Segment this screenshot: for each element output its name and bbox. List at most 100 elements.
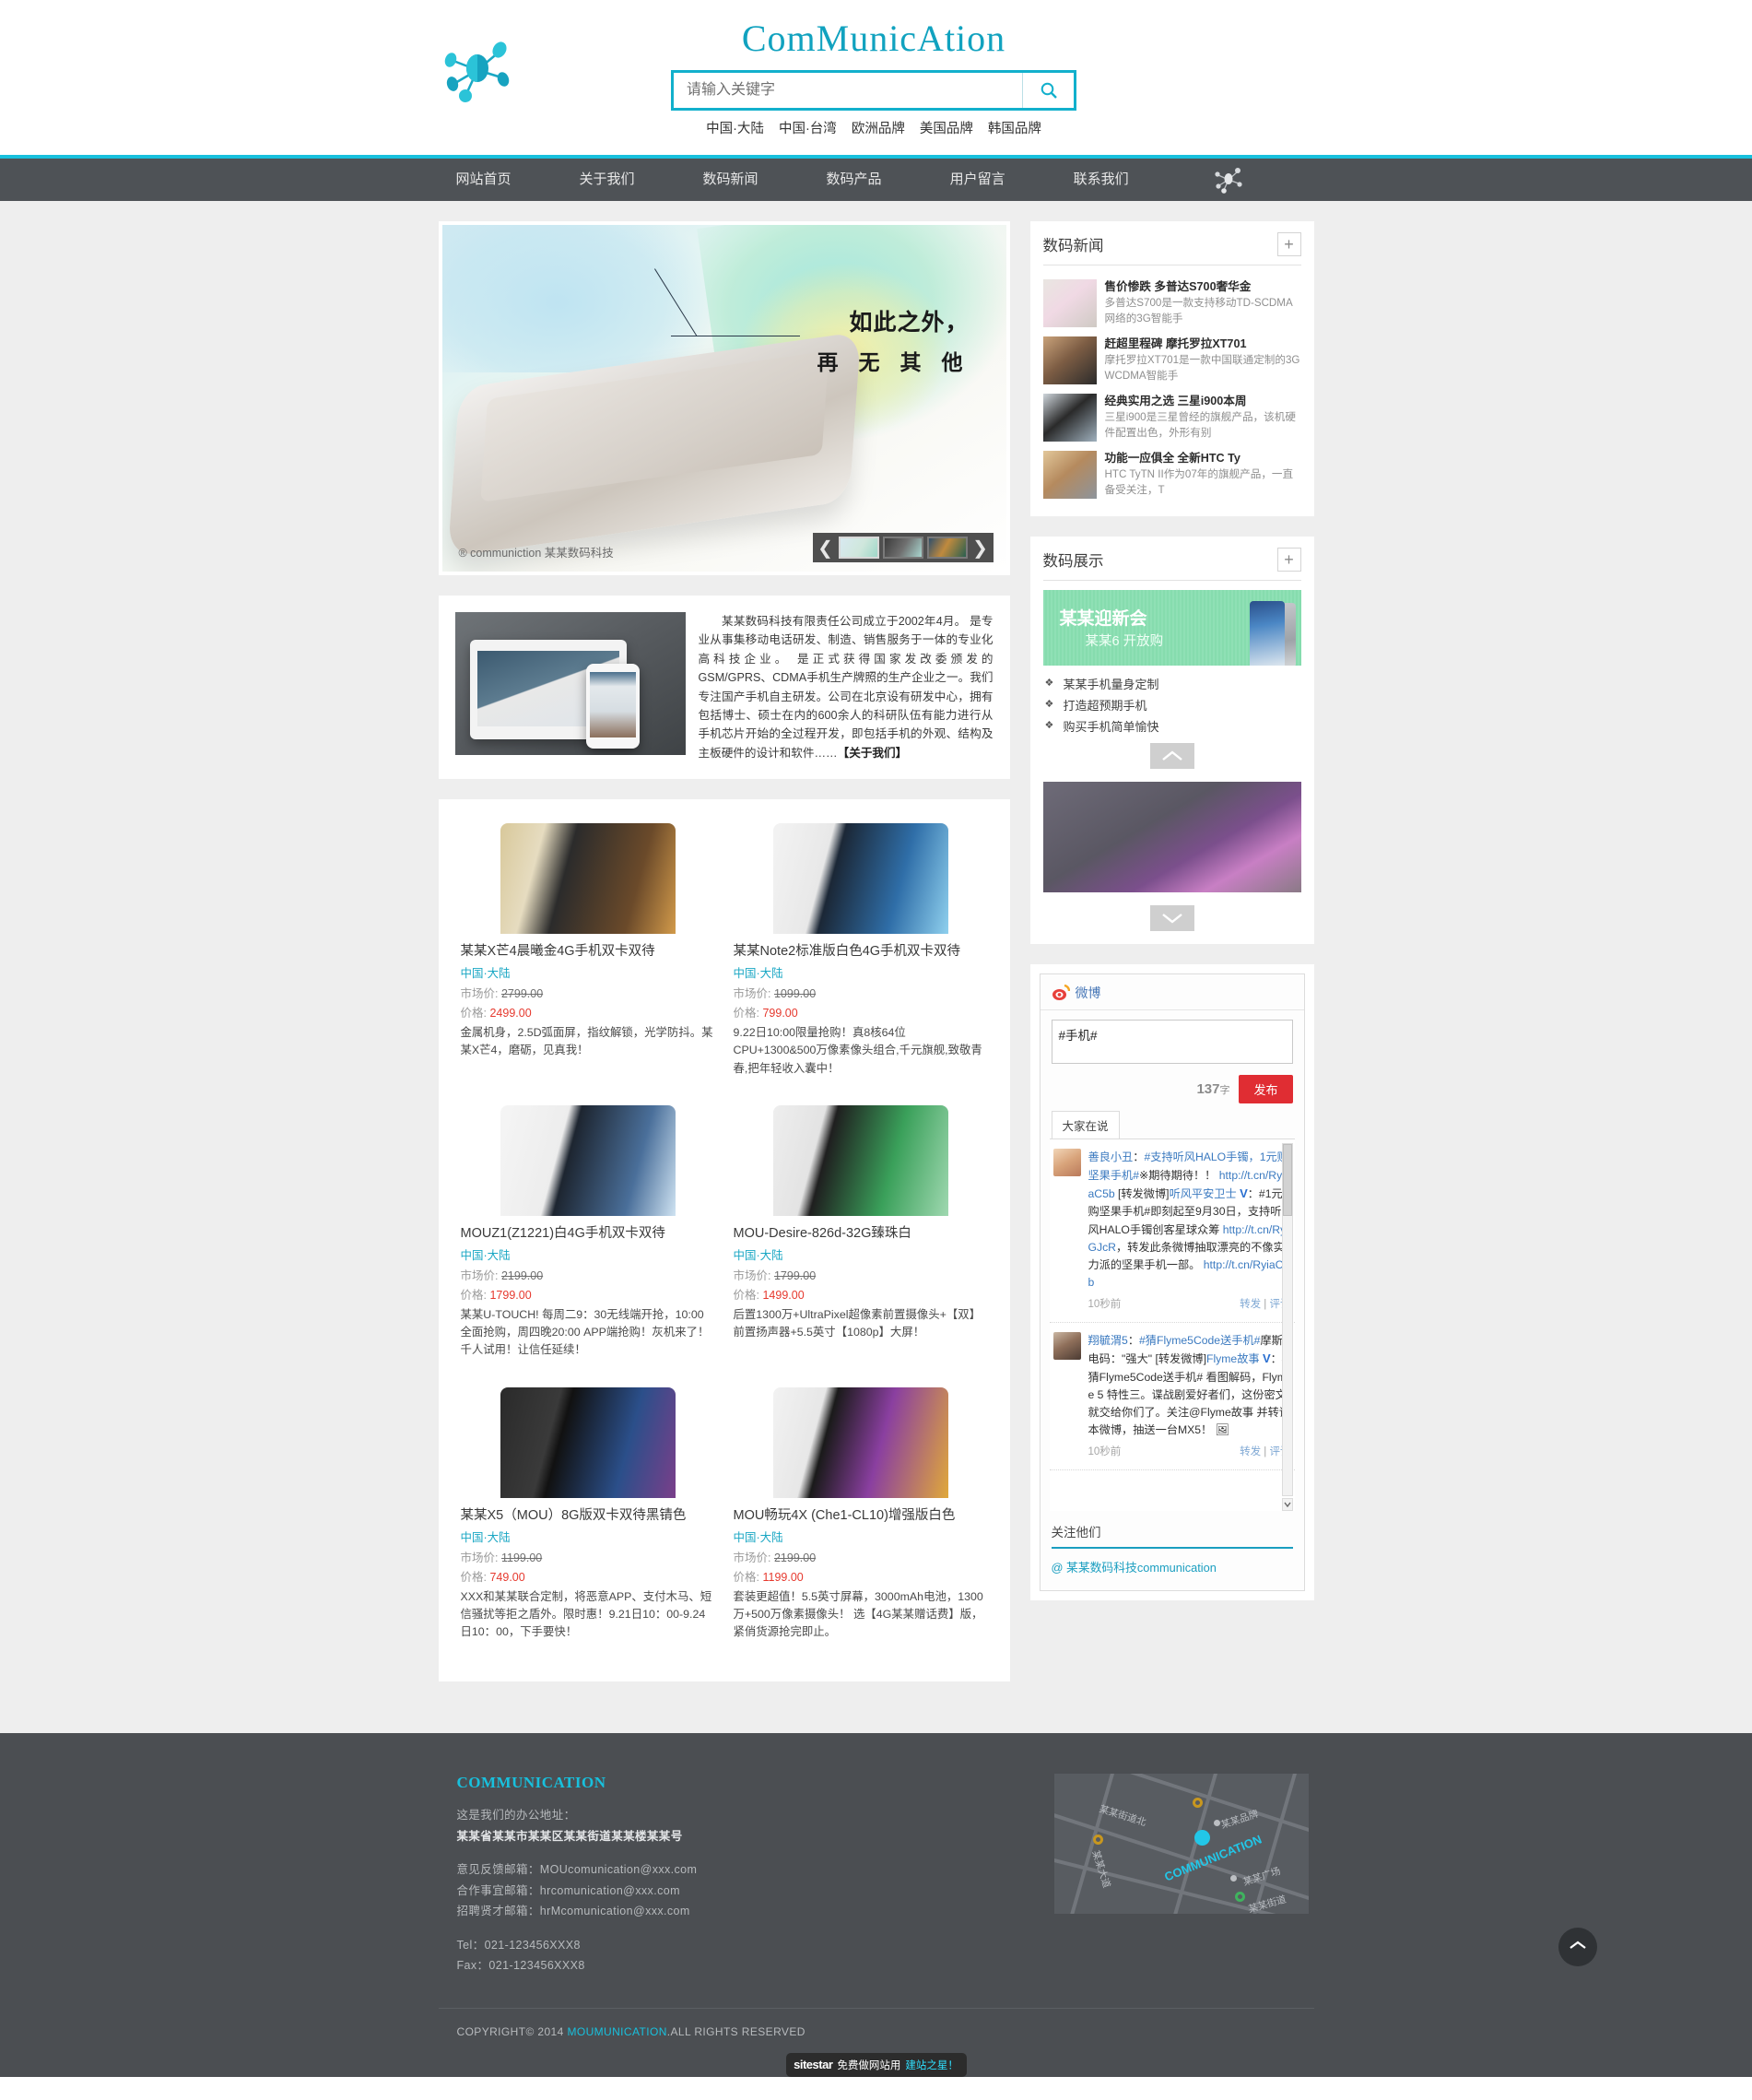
news-title[interactable]: 赶超里程碑 摩托罗拉XT701 [1105,336,1301,351]
search-input[interactable] [674,73,1022,108]
product-title[interactable]: MOUZ1(Z1221)白4G手机双卡双待 [461,1225,715,1242]
product-description: 9.22日10:00限量抢购！真8核64位CPU+1300&500万像素像头组合… [733,1026,982,1075]
market-price-value: 2199.00 [500,1269,544,1283]
scrollbar-thumb[interactable] [1282,1144,1292,1217]
news-title[interactable]: 功能一应俱全 全新HTC Ty [1105,451,1301,466]
weibo-compose-input[interactable]: #手机# [1051,1020,1293,1065]
weibo-follow-section: 关注他们 @ 某某数码科技communication [1041,1511,1304,1590]
image-attachment-icon[interactable]: 🖼 [1216,1423,1229,1436]
feed-repost-action[interactable]: 转发 [1240,1299,1261,1310]
copyright-link[interactable]: MOUMUNICATION [567,2025,666,2038]
brand-link-3[interactable]: 美国品牌 [920,122,973,136]
feed-user[interactable]: 善良小丑 [1088,1150,1134,1163]
main-navigation: 网站首页 关于我们 数码新闻 数码产品 用户留言 联系我们 [0,155,1752,201]
feed-user[interactable]: 翔毓渭5 [1088,1334,1128,1347]
footer-email-recruiting: 招聘贤才邮箱：hrMcomunication@xxx.com [456,1905,690,1918]
feed-repost-prefix: [转发微博] [1118,1186,1170,1200]
product-region: 中国·大陆 [460,967,511,981]
carousel-controls: ❮ ❯ [812,533,994,562]
footer-map[interactable]: 某某街道北 某某品牌 某某大道 某某广场 某某街道 COMMUNICATION [1053,1774,1309,1915]
weibo-post-button[interactable]: 发布 [1239,1075,1293,1104]
footer-email-partnership: 合作事宜邮箱：hrcomunication@xxx.com [456,1883,680,1897]
chevron-left-icon[interactable]: ❮ [815,533,837,562]
product-description: 某某U-TOUCH! 每周二9：30无线端开抢，10:00全面抢购，周四晚20:… [460,1308,710,1357]
nav-item-contact[interactable]: 联系我们 [1057,159,1146,201]
brand-link-2[interactable]: 欧洲品牌 [852,122,905,136]
market-price-value: 2199.00 [773,1551,817,1564]
weibo-brand-label: 微博 [1075,985,1101,1001]
news-title[interactable]: 经典实用之选 三星i900本周 [1105,394,1301,408]
carousel-thumb-2[interactable] [882,537,923,559]
chevron-right-icon[interactable]: ❯ [970,533,992,562]
follow-handle-link[interactable]: @ 某某数码科技communication [1052,1558,1293,1575]
chevron-up-icon [1569,1939,1587,1955]
feed-body-1: ※期待期待！！ [1139,1168,1219,1182]
news-item[interactable]: 经典实用之选 三星i900本周 三星i900是三星曾经的旗舰产品，该机硬件配置出… [1042,389,1301,446]
product-title[interactable]: MOU-Desire-826d-32G臻珠白 [734,1225,988,1242]
product-title[interactable]: 某某X5（MOU）8G版双卡双待黑锖色 [461,1507,715,1524]
product-card[interactable]: MOU畅玩4X (Che1-CL10)增强版白色 中国·大陆 市场价: 2199… [724,1379,997,1662]
weibo-feed[interactable]: 善良小丑：#支持听风HALO手镯，1元购坚果手机#※期待期待！！ http://… [1049,1138,1295,1512]
chevron-up-icon[interactable] [1149,743,1194,770]
product-region: 中国·大陆 [733,967,783,981]
map-marker-amber [1192,1798,1203,1809]
nav-item-messages[interactable]: 用户留言 [934,159,1022,201]
product-card[interactable]: MOUZ1(Z1221)白4G手机双卡双待 中国·大陆 市场价: 2199.00… [452,1097,724,1380]
news-item[interactable]: 功能一应俱全 全新HTC Ty HTC TyTN II作为07年的旗舰产品，一直… [1042,446,1301,503]
product-price: 价格: 749.00 [461,1567,715,1585]
feed-repost-action[interactable]: 转发 [1240,1446,1261,1457]
product-price: 价格: 1199.00 [734,1567,988,1585]
news-item[interactable]: 赶超里程碑 摩托罗拉XT701 摩托罗拉XT701是一款中国联通定制的3G WC… [1042,332,1301,389]
product-market-price: 市场价: 2199.00 [734,1548,988,1565]
list-item: 购买手机简单愉快 [1045,717,1301,738]
carousel-thumb-3[interactable] [926,537,968,559]
sitestar-badge[interactable]: sitestar 免费做网站用 建站之星！ [785,2052,967,2077]
brand-link-4[interactable]: 韩国品牌 [988,122,1041,136]
product-title[interactable]: MOU畅玩4X (Che1-CL10)增强版白色 [734,1507,988,1524]
about-more-link[interactable]: 【关于我们】 [838,747,908,760]
nav-item-about[interactable]: 关于我们 [563,159,652,201]
back-to-top-button[interactable] [1558,1927,1597,1966]
chevron-down-icon[interactable] [1281,1498,1293,1512]
news-thumbnail [1042,451,1097,499]
scrollbar[interactable] [1281,1143,1293,1497]
weibo-tab-everyone[interactable]: 大家在说 [1051,1111,1120,1139]
product-card[interactable]: 某某X5（MOU）8G版双卡双待黑锖色 中国·大陆 市场价: 1199.00 价… [452,1379,724,1662]
footer-fax: Fax：021-123456XXX8 [456,1959,585,1973]
news-description: 多普达S700是一款支持移动TD-SCDMA网络的3G智能手 [1104,297,1293,324]
product-title[interactable]: 某某X芒4晨曦金4G手机双卡双待 [461,943,715,960]
feed-item: 善良小丑：#支持听风HALO手镯，1元购坚果手机#※期待期待！！ http://… [1049,1139,1295,1323]
product-title[interactable]: 某某Note2标准版白色4G手机双卡双待 [734,943,988,960]
chevron-down-icon[interactable] [1149,905,1194,932]
brand-link-1[interactable]: 中国·台湾 [779,122,837,136]
product-card[interactable]: 某某Note2标准版白色4G手机双卡双待 中国·大陆 市场价: 1099.00 … [724,816,997,1098]
product-market-price: 市场价: 1199.00 [461,1548,715,1565]
search-button[interactable] [1022,73,1074,108]
hero-headline: 如此之外， 再 无 其 他 [817,304,969,376]
plus-icon[interactable]: + [1276,232,1301,256]
product-card[interactable]: MOU-Desire-826d-32G臻珠白 中国·大陆 市场价: 1799.0… [724,1097,997,1380]
plus-icon[interactable]: + [1276,548,1301,572]
nav-item-products[interactable]: 数码产品 [810,159,899,201]
product-card[interactable]: 某某X芒4晨曦金4G手机双卡双待 中国·大陆 市场价: 2799.00 价格: … [452,816,724,1098]
product-price: 价格: 799.00 [734,1003,988,1021]
nav-item-news[interactable]: 数码新闻 [687,159,775,201]
carousel-thumb-1[interactable] [838,537,879,559]
news-thumbnail [1042,279,1097,327]
promo-banner[interactable]: 某某迎新会 某某6 开放购 [1042,590,1301,666]
product-description: XXX和某某联合定制，将恶意APP、支付木马、短信骚扰等拒之盾外。限时惠！9.2… [460,1589,712,1639]
product-region: 中国·大陆 [460,1530,511,1544]
market-price-label: 市场价: [460,987,499,1001]
search-box[interactable] [671,70,1076,111]
about-text: 某某数码科技有限责任公司成立于2002年4月。 是专业从事集移动电话研发、制造、… [699,612,994,762]
feed-topic[interactable]: #猜Flyme5Code送手机# [1139,1334,1260,1347]
feed-repost-user[interactable]: 听风平安卫士 [1170,1187,1237,1200]
brand-link-0[interactable]: 中国·大陆 [706,122,764,136]
feed-repost-user[interactable]: Flyme故事 [1206,1352,1260,1365]
network-nodes-icon [435,33,523,107]
hero-slide: 如此之外， 再 无 其 他 ® communiction 某某数码科技 ❮ ❯ [441,225,1006,572]
nav-item-home[interactable]: 网站首页 [440,159,528,201]
news-title[interactable]: 售价惨跌 多普达S700奢华金 [1105,279,1301,294]
about-paragraph: 某某数码科技有限责任公司成立于2002年4月。 是专业从事集移动电话研发、制造、… [698,615,994,760]
news-item[interactable]: 售价惨跌 多普达S700奢华金 多普达S700是一款支持移动TD-SCDMA网络… [1042,275,1301,332]
